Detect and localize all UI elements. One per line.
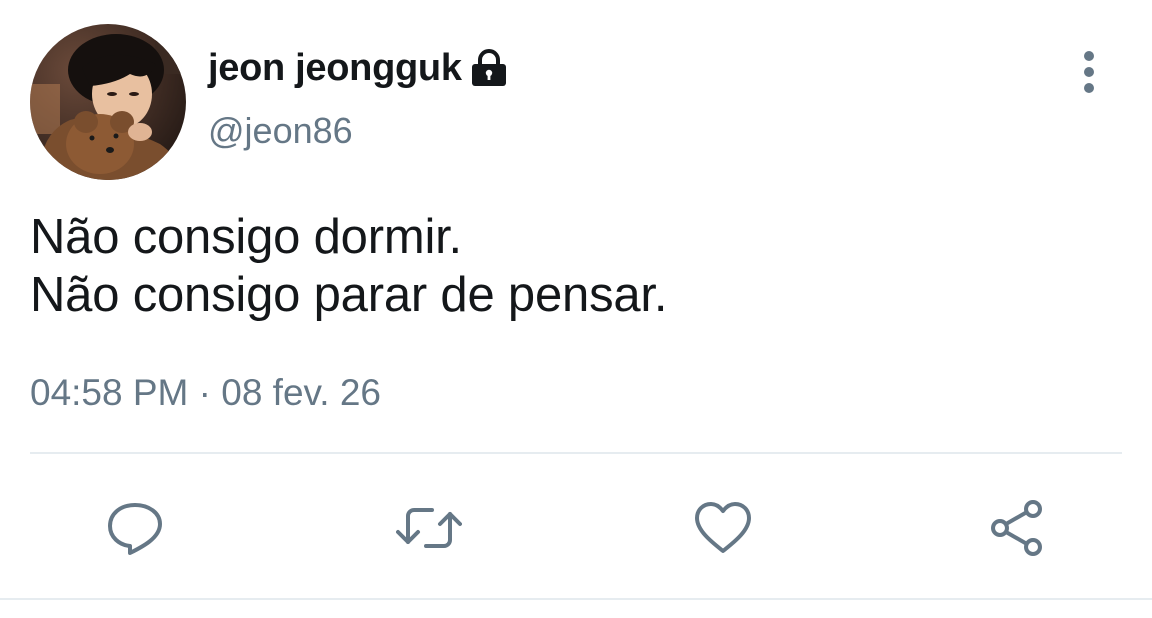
user-handle[interactable]: @jeon86 bbox=[208, 110, 353, 152]
tweet-text-line: Não consigo parar de pensar. bbox=[30, 268, 668, 322]
tweet-timestamp[interactable]: 04:58 PM · 08 fev. 26 bbox=[30, 372, 381, 414]
reply-icon bbox=[106, 500, 164, 556]
like-button[interactable] bbox=[691, 496, 755, 560]
avatar[interactable] bbox=[30, 24, 186, 180]
retweet-button[interactable] bbox=[396, 496, 462, 560]
more-options-button[interactable] bbox=[1066, 48, 1112, 100]
reply-button[interactable] bbox=[103, 496, 167, 560]
retweet-icon bbox=[396, 502, 462, 554]
more-vertical-icon bbox=[1082, 50, 1096, 99]
avatar-image bbox=[30, 24, 186, 180]
display-name-row: jeon jeongguk bbox=[208, 44, 508, 92]
divider bbox=[0, 598, 1152, 600]
tweet-card: jeon jeongguk @jeon86 Não consigo dormir… bbox=[0, 0, 1152, 618]
tweet-text-line: Não consigo dormir. bbox=[30, 210, 462, 264]
display-name[interactable]: jeon jeongguk bbox=[208, 47, 462, 90]
share-icon bbox=[987, 498, 1047, 558]
heart-icon bbox=[693, 501, 753, 555]
tweet-text: Não consigo dormir. Não consigo parar de… bbox=[30, 208, 1120, 324]
divider bbox=[30, 452, 1122, 454]
share-button[interactable] bbox=[985, 496, 1049, 560]
lock-icon bbox=[470, 48, 508, 88]
